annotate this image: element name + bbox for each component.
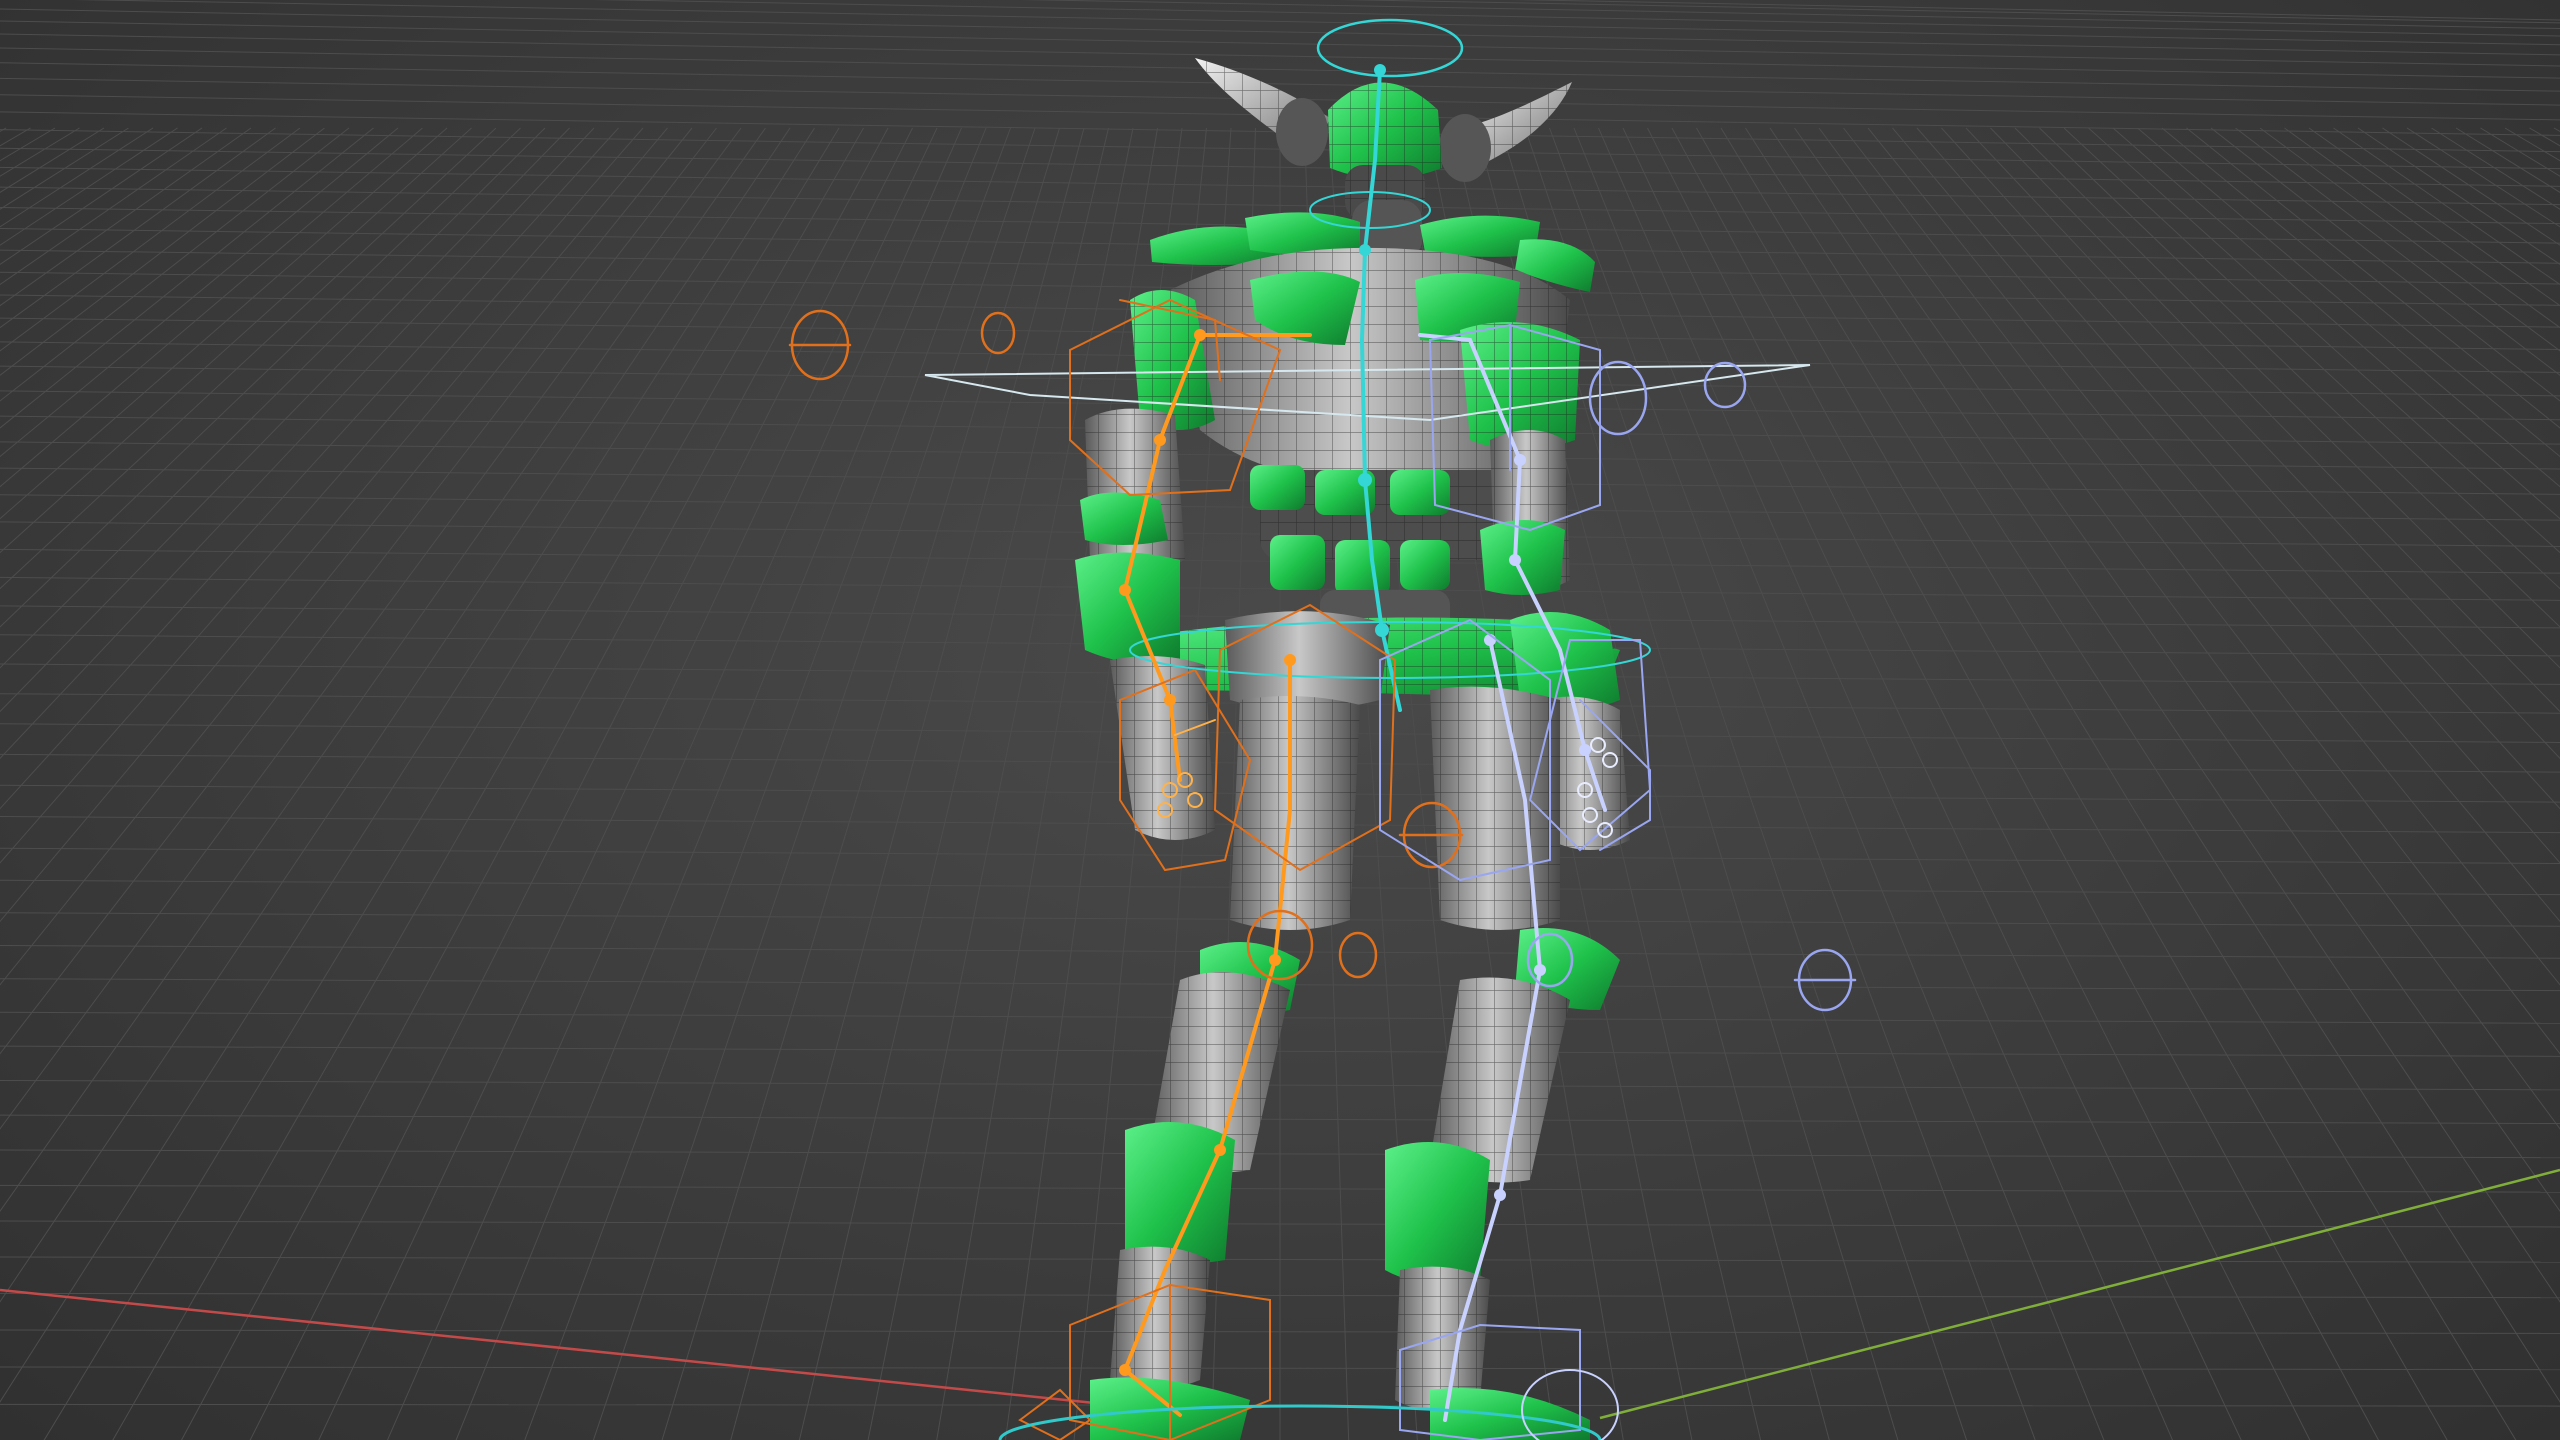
grid-line (0, 127, 7, 133)
grid-line (1818, 127, 2560, 1130)
3d-viewport[interactable] (0, 0, 2560, 1440)
grid-line (0, 127, 129, 210)
grid-line (936, 127, 1158, 1440)
robot-head (1328, 82, 1442, 220)
grid-line (0, 20, 2560, 67)
grid-line (1019, 0, 2560, 30)
grid-line (730, 127, 1085, 1440)
grid-line (2063, 127, 2560, 590)
grid-line (1916, 127, 2560, 864)
grid-line (386, 127, 962, 1440)
grid-line (2455, 127, 2560, 193)
grid-line (112, 127, 864, 1440)
grid-line (1647, 127, 2311, 1440)
grid-line (0, 127, 546, 669)
grid-line (0, 33, 2560, 79)
grid-line (867, 127, 1134, 1440)
grid-line (2431, 127, 2560, 210)
grid-line (1510, 0, 2560, 21)
grid-line (1965, 127, 2560, 760)
grid-line (0, 127, 766, 1213)
grid-line (524, 127, 1011, 1440)
grid-line (1720, 127, 2517, 1440)
grid-line (0, 127, 521, 628)
grid-line (0, 127, 423, 488)
grid-line (43, 127, 840, 1440)
grid-line (0, 127, 276, 329)
grid-line (2014, 127, 2560, 669)
head-control-circle[interactable] (1316, 18, 1464, 78)
grid-line (0, 127, 227, 286)
grid-line (1843, 127, 2560, 1055)
grid-line (2039, 127, 2560, 628)
robot-left-leg (1090, 696, 1360, 1440)
grid-line (1573, 127, 2105, 1440)
x-axis-line (0, 1288, 1241, 1420)
grid-line (1339, 0, 2560, 24)
grid-line (0, 127, 350, 402)
grid-line (0, 127, 448, 520)
grid-line (1794, 127, 2560, 1213)
grid-line (1892, 127, 2560, 923)
grid-line (2553, 127, 2560, 133)
grid-line (1745, 127, 2560, 1403)
grid-line (0, 127, 374, 429)
grid-line (0, 127, 252, 307)
grid-line (661, 127, 1060, 1440)
grid-line (0, 127, 105, 193)
grid-line (798, 127, 1109, 1440)
grid-line (73, 0, 2560, 46)
grid-line (592, 127, 1036, 1440)
grid-line (0, 127, 497, 590)
grid-line (1941, 127, 2560, 810)
grid-line (1671, 127, 2380, 1440)
grid-line (0, 127, 742, 1130)
grid-line (2088, 127, 2560, 554)
grid-line (2504, 127, 2560, 162)
grid-line (0, 127, 472, 554)
viewport-scene[interactable] (0, 0, 2560, 1440)
grid-line (0, 127, 178, 246)
grid-line (2284, 127, 2560, 329)
grid-line (0, 127, 399, 458)
grid-line (0, 127, 56, 162)
grid-line (0, 127, 815, 1403)
grid-line (0, 127, 717, 1055)
grid-line (1598, 127, 2174, 1440)
